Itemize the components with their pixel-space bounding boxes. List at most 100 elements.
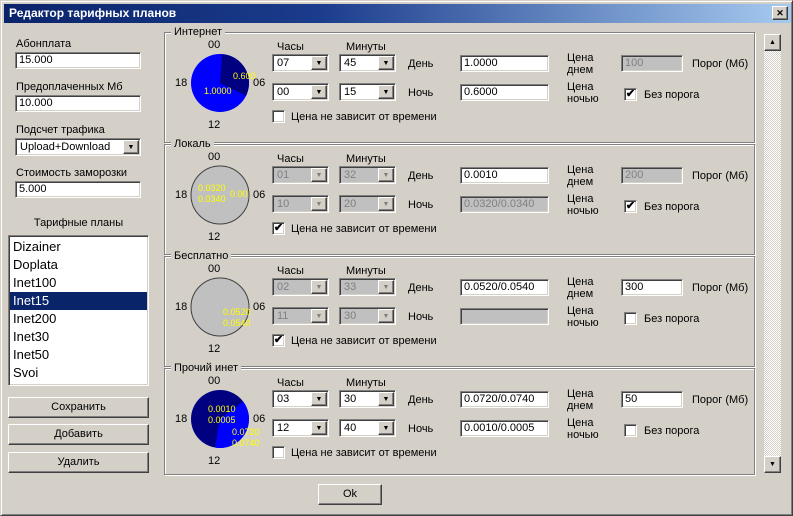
dropdown-arrow-icon[interactable]: ▼ <box>378 309 394 323</box>
tariff-group-local: Локаль 00 06 12 18 0.03200.03400.00 Часы… <box>164 144 755 255</box>
freeze-cost-label: Стоимость заморозки <box>16 167 127 179</box>
dropdown-arrow-icon[interactable]: ▼ <box>311 56 327 70</box>
night-hours-value: 12 <box>273 420 311 436</box>
list-item[interactable]: Doplata <box>10 256 147 274</box>
night-hours-select[interactable]: 11 ▼ <box>272 307 329 325</box>
abonplata-input[interactable]: 15.000 <box>15 52 141 69</box>
traffic-count-value: Upload+Download <box>16 139 123 155</box>
day-hours-select[interactable]: 03 ▼ <box>272 390 329 408</box>
close-icon: ✕ <box>776 8 784 18</box>
freeze-cost-input[interactable]: 5.000 <box>15 181 141 198</box>
day-label: День <box>408 282 433 294</box>
price-day-input[interactable]: 0.0720/0.0740 <box>460 391 549 408</box>
scroll-up-button[interactable]: ▲ <box>764 34 781 51</box>
dropdown-arrow-icon[interactable]: ▼ <box>311 309 327 323</box>
price-day-input[interactable]: 0.0010 <box>460 167 549 184</box>
dropdown-arrow-icon[interactable]: ▼ <box>378 280 394 294</box>
night-hours-select[interactable]: 00 ▼ <box>272 83 329 101</box>
no-threshold-label: Без порога <box>644 89 699 101</box>
threshold-input[interactable]: 50 <box>621 391 683 408</box>
vertical-scrollbar[interactable]: ▲ ▼ <box>764 34 781 473</box>
dropdown-arrow-icon[interactable]: ▼ <box>311 85 327 99</box>
prepaid-mb-input[interactable]: 10.000 <box>15 95 141 112</box>
price-night-label: Цена ночью <box>567 305 611 329</box>
scroll-down-button[interactable]: ▼ <box>764 456 781 473</box>
dropdown-arrow-icon[interactable]: ▼ <box>378 392 394 406</box>
no-threshold-checkbox[interactable]: ✔ <box>624 88 637 101</box>
dropdown-arrow-icon[interactable]: ▼ <box>378 85 394 99</box>
price-night-input[interactable]: 0.0010/0.0005 <box>460 420 549 437</box>
list-item[interactable]: Inet30 <box>10 328 147 346</box>
no-threshold-label: Без порога <box>644 313 699 325</box>
title-bar[interactable]: Редактор тарифных планов ✕ <box>4 4 791 23</box>
no-threshold-checkbox[interactable]: ✔ <box>624 200 637 213</box>
time-independent-label: Цена не зависит от времени <box>291 335 437 347</box>
night-minutes-select[interactable]: 40 ▼ <box>339 419 396 437</box>
window-title: Редактор тарифных планов <box>9 6 176 20</box>
night-minutes-select[interactable]: 15 ▼ <box>339 83 396 101</box>
day-minutes-select[interactable]: 32 ▼ <box>339 166 396 184</box>
night-minutes-value: 20 <box>340 196 378 212</box>
night-hours-value: 00 <box>273 84 311 100</box>
day-hours-select[interactable]: 07 ▼ <box>272 54 329 72</box>
svg-text:0.0520: 0.0520 <box>223 307 251 317</box>
dropdown-arrow-icon[interactable]: ▼ <box>378 197 394 211</box>
list-item[interactable]: Inet15 <box>10 292 147 310</box>
time-independent-checkbox[interactable]: ✔ <box>272 222 285 235</box>
no-threshold-checkbox[interactable]: ✔ <box>624 312 637 325</box>
ok-button[interactable]: Ok <box>318 484 382 505</box>
close-button[interactable]: ✕ <box>772 6 788 20</box>
list-item[interactable]: Inet100 <box>10 274 147 292</box>
price-day-input[interactable]: 0.0520/0.0540 <box>460 279 549 296</box>
price-night-input[interactable] <box>460 308 549 325</box>
list-item[interactable]: Dizainer <box>10 238 147 256</box>
time-pie-chart: 0.00100.00050.07200.0740 <box>189 388 251 450</box>
dropdown-arrow-icon[interactable]: ▼ <box>378 168 394 182</box>
night-label: Ночь <box>408 87 433 99</box>
threshold-input[interactable]: 200 <box>621 167 683 184</box>
list-item[interactable]: Inet50 <box>10 346 147 364</box>
night-hours-select[interactable]: 12 ▼ <box>272 419 329 437</box>
tariff-plans-list[interactable]: Dizainer Doplata Inet100 Inet15 Inet200 … <box>8 235 149 386</box>
svg-text:0.0740: 0.0740 <box>232 438 260 448</box>
dropdown-arrow-icon[interactable]: ▼ <box>311 280 327 294</box>
night-minutes-select[interactable]: 20 ▼ <box>339 195 396 213</box>
threshold-input[interactable]: 100 <box>621 55 683 72</box>
threshold-input[interactable]: 300 <box>621 279 683 296</box>
night-hours-select[interactable]: 10 ▼ <box>272 195 329 213</box>
day-minutes-select[interactable]: 30 ▼ <box>339 390 396 408</box>
prepaid-mb-label: Предоплаченных Мб <box>16 81 123 93</box>
delete-button[interactable]: Удалить <box>8 452 149 473</box>
price-night-input[interactable]: 0.0320/0.0340 <box>460 196 549 213</box>
day-minutes-select[interactable]: 33 ▼ <box>339 278 396 296</box>
dropdown-arrow-icon[interactable]: ▼ <box>311 168 327 182</box>
tariff-group-free: Бесплатно 00 06 12 18 0.05200.0540 Часы … <box>164 256 755 367</box>
time-independent-checkbox[interactable]: ✔ <box>272 110 285 123</box>
dropdown-arrow-icon[interactable]: ▼ <box>311 197 327 211</box>
day-hours-value: 07 <box>273 55 311 71</box>
time-independent-checkbox[interactable]: ✔ <box>272 446 285 459</box>
day-hours-select[interactable]: 01 ▼ <box>272 166 329 184</box>
night-minutes-select[interactable]: 30 ▼ <box>339 307 396 325</box>
dropdown-arrow-icon[interactable]: ▼ <box>311 392 327 406</box>
threshold-label: Порог (Мб) <box>692 170 748 182</box>
dropdown-arrow-icon[interactable]: ▼ <box>123 140 139 154</box>
price-night-input[interactable]: 0.6000 <box>460 84 549 101</box>
time-independent-checkbox[interactable]: ✔ <box>272 334 285 347</box>
no-threshold-checkbox[interactable]: ✔ <box>624 424 637 437</box>
dropdown-arrow-icon[interactable]: ▼ <box>378 56 394 70</box>
add-button[interactable]: Добавить <box>8 424 149 445</box>
dropdown-arrow-icon[interactable]: ▼ <box>311 421 327 435</box>
list-item[interactable]: Svoi <box>10 364 147 382</box>
day-label: День <box>408 58 433 70</box>
save-button[interactable]: Сохранить <box>8 397 149 418</box>
price-day-label: Цена днем <box>567 276 609 300</box>
threshold-label: Порог (Мб) <box>692 58 748 70</box>
price-day-input[interactable]: 1.0000 <box>460 55 549 72</box>
no-threshold-label: Без порога <box>644 201 699 213</box>
traffic-count-select[interactable]: Upload+Download ▼ <box>15 138 141 156</box>
day-hours-select[interactable]: 02 ▼ <box>272 278 329 296</box>
list-item[interactable]: Inet200 <box>10 310 147 328</box>
dropdown-arrow-icon[interactable]: ▼ <box>378 421 394 435</box>
day-minutes-select[interactable]: 45 ▼ <box>339 54 396 72</box>
